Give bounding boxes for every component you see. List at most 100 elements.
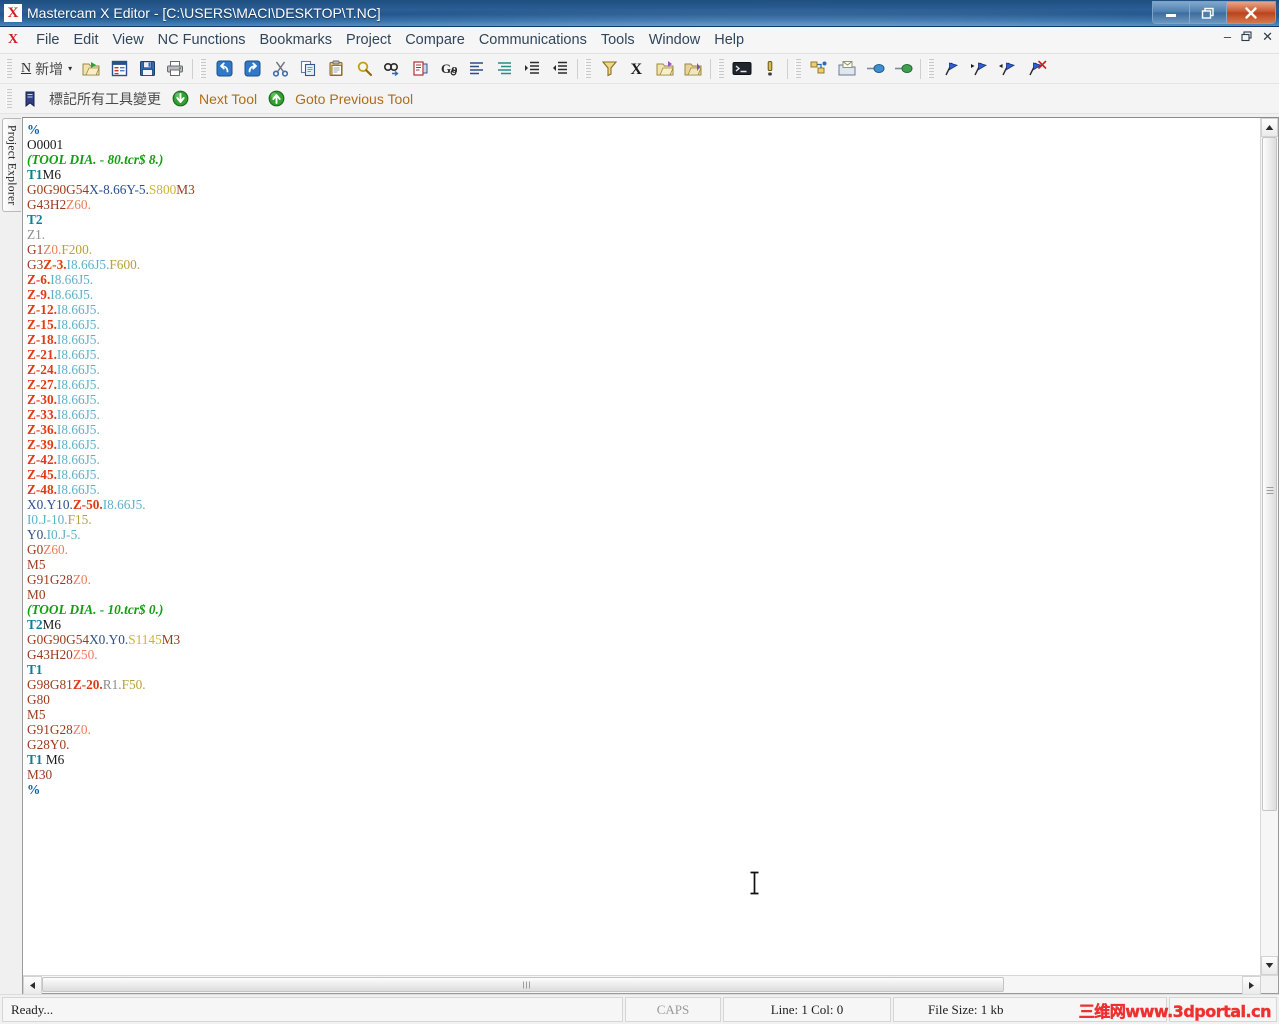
find-icon[interactable]: [350, 57, 378, 81]
code-line: G0Z60.: [27, 542, 1260, 557]
scroll-down-button[interactable]: [1261, 956, 1278, 975]
save-icon[interactable]: [133, 57, 161, 81]
mastercam-x-editor-window: X Mastercam X Editor - [C:\USERS\MACI\DE…: [0, 0, 1279, 1024]
mdi-restore-button[interactable]: [1241, 31, 1252, 42]
connect-blue-icon[interactable]: [861, 57, 889, 81]
print-icon[interactable]: [161, 57, 189, 81]
horizontal-scrollbar[interactable]: [23, 975, 1278, 995]
goto-line-icon[interactable]: Go: [434, 57, 462, 81]
connect-green-icon[interactable]: [889, 57, 917, 81]
copy-icon[interactable]: [294, 57, 322, 81]
indent-increase-icon[interactable]: [518, 57, 546, 81]
bookmark-tool-icon[interactable]: [16, 87, 44, 111]
redo-icon[interactable]: [238, 57, 266, 81]
menu-item-view[interactable]: View: [106, 29, 151, 51]
bookmark-add-icon[interactable]: [938, 57, 966, 81]
mdi-minimize-button[interactable]: –: [1224, 30, 1231, 43]
menu-item-help[interactable]: Help: [707, 29, 751, 51]
nc-editor-panel: % O0001 (TOOL DIA. - 80.tcr$ 8.) T1M6 G0G90G…: [22, 117, 1279, 995]
toolbar-grip[interactable]: [6, 59, 12, 78]
bookmark-next-icon[interactable]: [966, 57, 994, 81]
code-token: Z-30.: [27, 392, 57, 407]
code-lines[interactable]: % O0001 (TOOL DIA. - 80.tcr$ 8.) T1M6 G0G90G…: [27, 122, 1260, 797]
tool-toolbar-grip[interactable]: [6, 89, 12, 108]
toolbar-grip-3[interactable]: [585, 59, 592, 78]
code-token: T2: [27, 617, 43, 632]
chevron-down-icon: ▾: [68, 64, 73, 73]
filter-icon[interactable]: [595, 57, 623, 81]
scroll-left-button[interactable]: [23, 976, 42, 995]
next-tool-button[interactable]: Next Tool: [194, 87, 262, 111]
menu-item-nc-functions[interactable]: NC Functions: [151, 29, 253, 51]
menu-item-file[interactable]: File: [29, 29, 66, 51]
restore-button[interactable]: [1190, 2, 1227, 23]
code-token: T1: [27, 167, 43, 182]
alert-icon[interactable]: [756, 57, 784, 81]
toolbar-separator-4: [787, 58, 789, 79]
toolbar-grip-4[interactable]: [718, 59, 725, 78]
code-line: T1 M6: [27, 752, 1260, 767]
code-token: G98G81: [27, 677, 73, 692]
open-file-icon[interactable]: [77, 57, 105, 81]
send-file-icon[interactable]: [833, 57, 861, 81]
menu-item-communications[interactable]: Communications: [472, 29, 594, 51]
code-token: F600.: [109, 257, 141, 272]
mdi-close-button[interactable]: ✕: [1262, 30, 1273, 43]
vertical-thumb-grip: [1266, 487, 1273, 497]
config-icon[interactable]: [805, 57, 833, 81]
toolbar-grip-5[interactable]: [795, 59, 802, 78]
horizontal-thumb-grip: [523, 981, 532, 988]
bookmark-prev-icon[interactable]: [994, 57, 1022, 81]
goto-previous-tool-button[interactable]: Goto Previous Tool: [290, 87, 418, 111]
close-button[interactable]: [1227, 2, 1275, 23]
menu-item-tools[interactable]: Tools: [594, 29, 642, 51]
undo-icon[interactable]: [210, 57, 238, 81]
code-line: T1M6: [27, 167, 1260, 182]
menu-item-compare[interactable]: Compare: [398, 29, 472, 51]
menu-item-edit[interactable]: Edit: [67, 29, 106, 51]
code-token: M6: [42, 617, 62, 632]
indent-decrease-icon[interactable]: [546, 57, 574, 81]
scroll-up-button[interactable]: [1261, 118, 1278, 137]
horizontal-scroll-thumb[interactable]: [42, 977, 1004, 992]
minimize-button[interactable]: [1153, 2, 1190, 23]
code-token: Z-3.: [43, 257, 67, 272]
vertical-scroll-track[interactable]: [1261, 137, 1278, 956]
bookmark-clear-icon[interactable]: [1022, 57, 1050, 81]
code-token: G91G28: [27, 572, 73, 587]
sidebar-item-project-explorer[interactable]: Project Explorer: [1, 118, 21, 213]
menu-item-bookmarks[interactable]: Bookmarks: [253, 29, 340, 51]
code-token: G0G90G54: [27, 632, 90, 647]
code-token: I8.66J5.: [56, 362, 100, 377]
x-transform-icon[interactable]: X: [623, 57, 651, 81]
vertical-scroll-thumb[interactable]: [1262, 137, 1277, 811]
code-token: M5: [27, 707, 46, 722]
file-list-icon[interactable]: [105, 57, 133, 81]
arrow-down-circle-icon[interactable]: [166, 87, 194, 111]
replace-icon[interactable]: [406, 57, 434, 81]
new-file-button[interactable]: N 新增 ▾: [16, 57, 77, 81]
cut-icon[interactable]: [266, 57, 294, 81]
code-token: Z0.: [72, 722, 91, 737]
toolbar-grip-6[interactable]: [928, 59, 935, 78]
side-tab-strip: Project Explorer: [0, 114, 22, 994]
open-folder-icon[interactable]: [651, 57, 679, 81]
mark-all-tool-changes-button[interactable]: 標記所有工具變更: [44, 87, 166, 111]
code-token: Z-45.: [27, 467, 57, 482]
code-editor[interactable]: % O0001 (TOOL DIA. - 80.tcr$ 8.) T1M6 G0G90G…: [23, 118, 1260, 975]
terminal-icon[interactable]: [728, 57, 756, 81]
horizontal-scroll-track[interactable]: [42, 976, 1242, 993]
menu-item-project[interactable]: Project: [339, 29, 398, 51]
paste-icon[interactable]: [322, 57, 350, 81]
scroll-right-button[interactable]: [1242, 976, 1261, 995]
find-next-icon[interactable]: [378, 57, 406, 81]
code-token: S1145: [128, 632, 162, 647]
toolbar-grip-2[interactable]: [200, 59, 207, 78]
align-indent-icon[interactable]: [490, 57, 518, 81]
arrow-up-circle-icon[interactable]: [262, 87, 290, 111]
open-folder-alt-icon[interactable]: [679, 57, 707, 81]
vertical-scrollbar[interactable]: [1260, 118, 1278, 975]
code-token: Z-12.: [27, 302, 57, 317]
menu-item-window[interactable]: Window: [642, 29, 708, 51]
align-left-icon[interactable]: [462, 57, 490, 81]
